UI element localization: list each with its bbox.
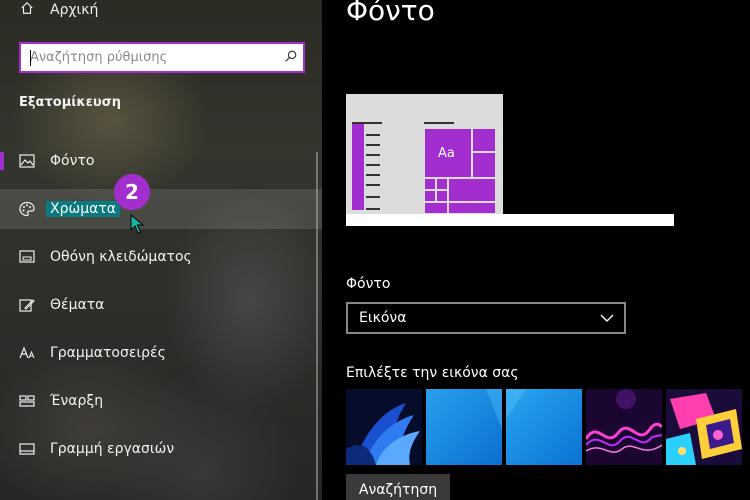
search-icon[interactable] bbox=[284, 48, 297, 67]
mouse-cursor-icon bbox=[130, 214, 145, 234]
preview-tile bbox=[436, 178, 448, 190]
sidebar-item-background[interactable]: Φόντο bbox=[0, 141, 322, 181]
wallpaper-thumbnail-bloom-dark[interactable] bbox=[346, 389, 422, 465]
sidebar-item-label: Χρώματα bbox=[46, 201, 120, 217]
text-caret bbox=[30, 50, 31, 66]
sidebar-item-taskbar[interactable]: Γραμμή εργασιών bbox=[0, 429, 322, 469]
home-icon bbox=[20, 1, 34, 19]
preview-line bbox=[366, 134, 380, 136]
preview-line bbox=[366, 208, 380, 210]
main-panel: Φόντο Aa Φόντο Εικόνα Επιλέξτε την εικόν… bbox=[322, 0, 750, 500]
preview-tile-text: Aa bbox=[438, 146, 455, 161]
background-type-dropdown[interactable]: Εικόνα bbox=[346, 302, 626, 334]
preview-tile bbox=[424, 190, 436, 202]
sidebar-item-label: Γραμματοσειρές bbox=[50, 345, 166, 361]
section-title: Εξατομίκευση bbox=[19, 95, 121, 110]
picture-thumbnails bbox=[346, 389, 742, 465]
step-badge: 2 bbox=[114, 174, 150, 210]
preview-tile bbox=[448, 178, 496, 202]
start-icon bbox=[18, 392, 36, 410]
home-link[interactable]: Αρχική bbox=[20, 0, 98, 20]
preview-line bbox=[366, 184, 380, 186]
sidebar-item-label: Οθόνη κλειδώματος bbox=[50, 249, 192, 265]
sidebar-item-themes[interactable]: Θέματα bbox=[0, 285, 322, 325]
preview-line bbox=[424, 122, 454, 124]
preview-line bbox=[366, 144, 380, 146]
preview-tile bbox=[424, 202, 448, 214]
taskbar-icon bbox=[18, 440, 36, 458]
search-input[interactable] bbox=[30, 50, 284, 65]
wallpaper-thumbnail-blue-2[interactable] bbox=[506, 389, 582, 465]
preview-line bbox=[352, 122, 382, 124]
sidebar-item-fonts[interactable]: Γραμματοσειρές bbox=[0, 333, 322, 373]
choose-picture-label: Επιλέξτε την εικόνα σας bbox=[346, 365, 519, 381]
sidebar-item-label: Έναρξη bbox=[50, 393, 104, 409]
sidebar-item-colors[interactable]: Χρώματα bbox=[0, 189, 322, 229]
palette-icon bbox=[18, 200, 36, 218]
preview-start-column bbox=[352, 122, 364, 210]
wallpaper-thumbnail-blue-1[interactable] bbox=[426, 389, 502, 465]
preview-tile bbox=[472, 152, 496, 178]
home-label: Αρχική bbox=[50, 2, 99, 18]
sidebar-item-label: Φόντο bbox=[50, 153, 95, 169]
preview-tile bbox=[424, 178, 436, 190]
sidebar-item-lock-screen[interactable]: Οθόνη κλειδώματος bbox=[0, 237, 322, 277]
preview-tile bbox=[436, 190, 448, 202]
sidebar: Αρχική Εξατομίκευση Φόντο Χρώματα Οθόνη … bbox=[0, 0, 322, 500]
preview-line bbox=[366, 196, 380, 198]
preview-line bbox=[366, 154, 380, 156]
preview-line bbox=[366, 174, 380, 176]
preview-line bbox=[366, 164, 380, 166]
sidebar-item-label: Γραμμή εργασιών bbox=[50, 441, 175, 457]
sidebar-item-start[interactable]: Έναρξη bbox=[0, 381, 322, 421]
chevron-down-icon bbox=[600, 314, 614, 322]
fonts-icon bbox=[18, 344, 36, 362]
browse-button[interactable]: Αναζήτηση bbox=[346, 474, 450, 500]
background-label: Φόντο bbox=[346, 276, 391, 292]
sidebar-scrollbar[interactable] bbox=[316, 152, 318, 500]
background-preview: Aa bbox=[346, 94, 674, 226]
lock-screen-icon bbox=[18, 248, 36, 266]
sidebar-item-label: Θέματα bbox=[50, 297, 105, 313]
dropdown-value: Εικόνα bbox=[359, 310, 407, 326]
preview-tile bbox=[448, 202, 496, 214]
themes-icon bbox=[18, 296, 36, 314]
search-box[interactable] bbox=[19, 42, 305, 73]
preview-taskbar bbox=[346, 214, 674, 226]
wallpaper-thumbnail-neon-wave[interactable] bbox=[586, 389, 662, 465]
picture-icon bbox=[18, 152, 36, 170]
preview-tile bbox=[472, 128, 496, 152]
wallpaper-thumbnail-abstract-shapes[interactable] bbox=[666, 389, 742, 465]
page-title: Φόντο bbox=[346, 0, 435, 27]
